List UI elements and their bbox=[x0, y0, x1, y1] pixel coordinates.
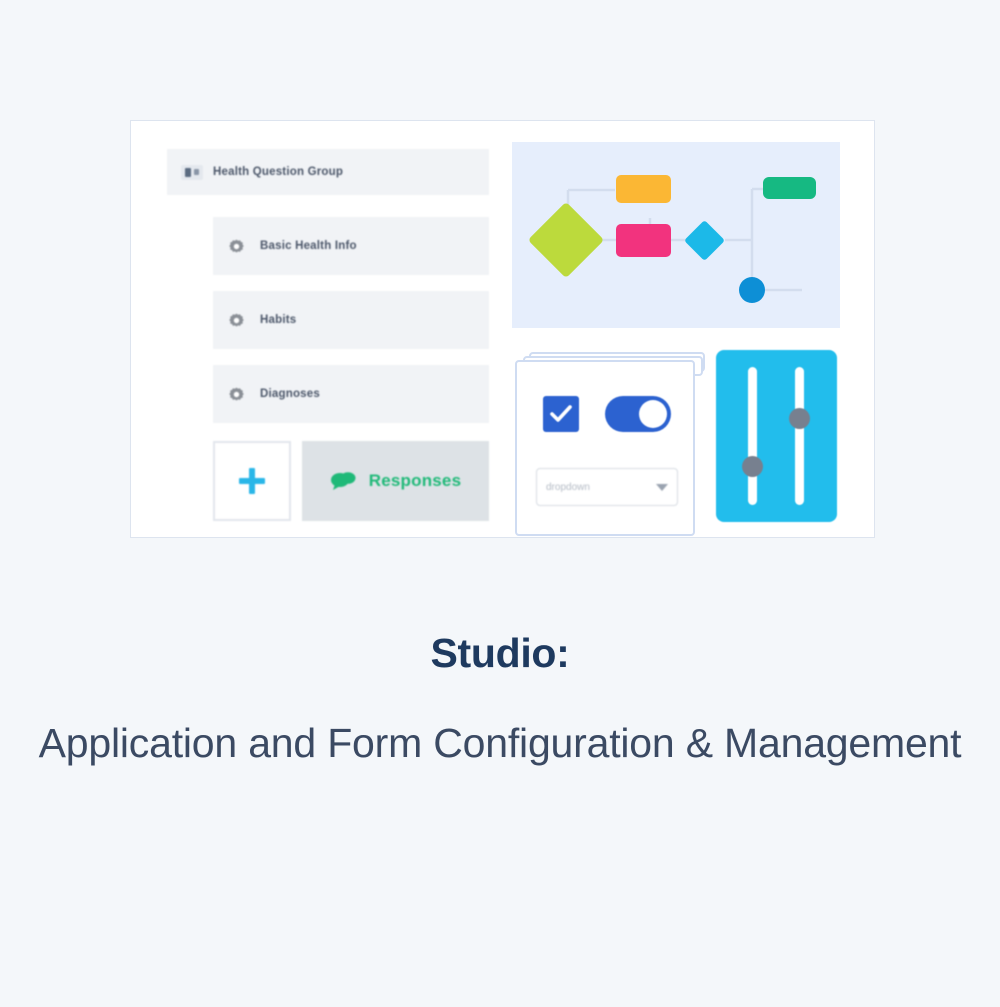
form-controls-card: dropdown bbox=[515, 360, 695, 536]
slider-track-left[interactable] bbox=[748, 367, 757, 505]
question-item-label: Diagnoses bbox=[260, 388, 320, 400]
question-group-actions: Responses bbox=[213, 441, 489, 521]
dropdown-value: dropdown bbox=[546, 481, 590, 493]
gear-icon[interactable] bbox=[229, 239, 244, 254]
question-item-habits[interactable]: Habits bbox=[213, 291, 489, 349]
flow-diagram-panel bbox=[512, 142, 840, 328]
illustration-right-column: dropdown bbox=[512, 142, 840, 536]
question-item-label: Basic Health Info bbox=[260, 240, 357, 252]
decision-node-lime bbox=[529, 203, 603, 277]
caption-eyebrow: Studio: bbox=[430, 630, 570, 676]
slider-panel bbox=[716, 350, 837, 522]
checkbox-control[interactable] bbox=[543, 396, 579, 432]
question-group-title: Health Question Group bbox=[213, 166, 344, 178]
process-node-pink bbox=[616, 224, 671, 257]
endpoint-node-blue bbox=[739, 277, 765, 303]
slider-track-right[interactable] bbox=[795, 367, 804, 505]
drag-handle-icon[interactable] bbox=[181, 164, 203, 180]
caption-title: Application and Form Configuration & Man… bbox=[38, 719, 962, 766]
check-icon bbox=[550, 405, 572, 422]
question-item-diagnoses[interactable]: Diagnoses bbox=[213, 365, 489, 423]
dropdown-select[interactable]: dropdown bbox=[536, 468, 678, 506]
toggle-switch-control[interactable] bbox=[605, 396, 671, 432]
decision-node-cyan bbox=[685, 221, 724, 260]
question-item-basic-health-info[interactable]: Basic Health Info bbox=[213, 217, 489, 275]
end-node-green bbox=[763, 177, 816, 199]
responses-button[interactable]: Responses bbox=[302, 441, 489, 521]
illustration-card: Health Question Group Basic Health Info … bbox=[130, 120, 875, 538]
collapse-icon bbox=[194, 169, 199, 175]
responses-label: Responses bbox=[368, 471, 462, 490]
caption-block: Studio: Application and Form Configurati… bbox=[0, 630, 1000, 771]
question-group-header[interactable]: Health Question Group bbox=[167, 149, 489, 195]
slider-knob-right[interactable] bbox=[789, 408, 810, 429]
add-question-button[interactable] bbox=[213, 441, 291, 521]
form-controls-stack: dropdown bbox=[515, 352, 705, 536]
toggle-knob bbox=[639, 400, 667, 428]
gear-icon[interactable] bbox=[229, 313, 244, 328]
chat-bubble-icon bbox=[330, 471, 356, 491]
plus-icon bbox=[239, 468, 265, 494]
question-group-panel: Health Question Group Basic Health Info … bbox=[167, 149, 489, 521]
process-node-orange bbox=[616, 175, 671, 203]
slider-knob-left[interactable] bbox=[742, 456, 763, 477]
drag-handle-bar bbox=[185, 167, 191, 177]
chevron-down-icon bbox=[656, 483, 668, 491]
question-item-label: Habits bbox=[260, 314, 297, 326]
gear-icon[interactable] bbox=[229, 387, 244, 402]
